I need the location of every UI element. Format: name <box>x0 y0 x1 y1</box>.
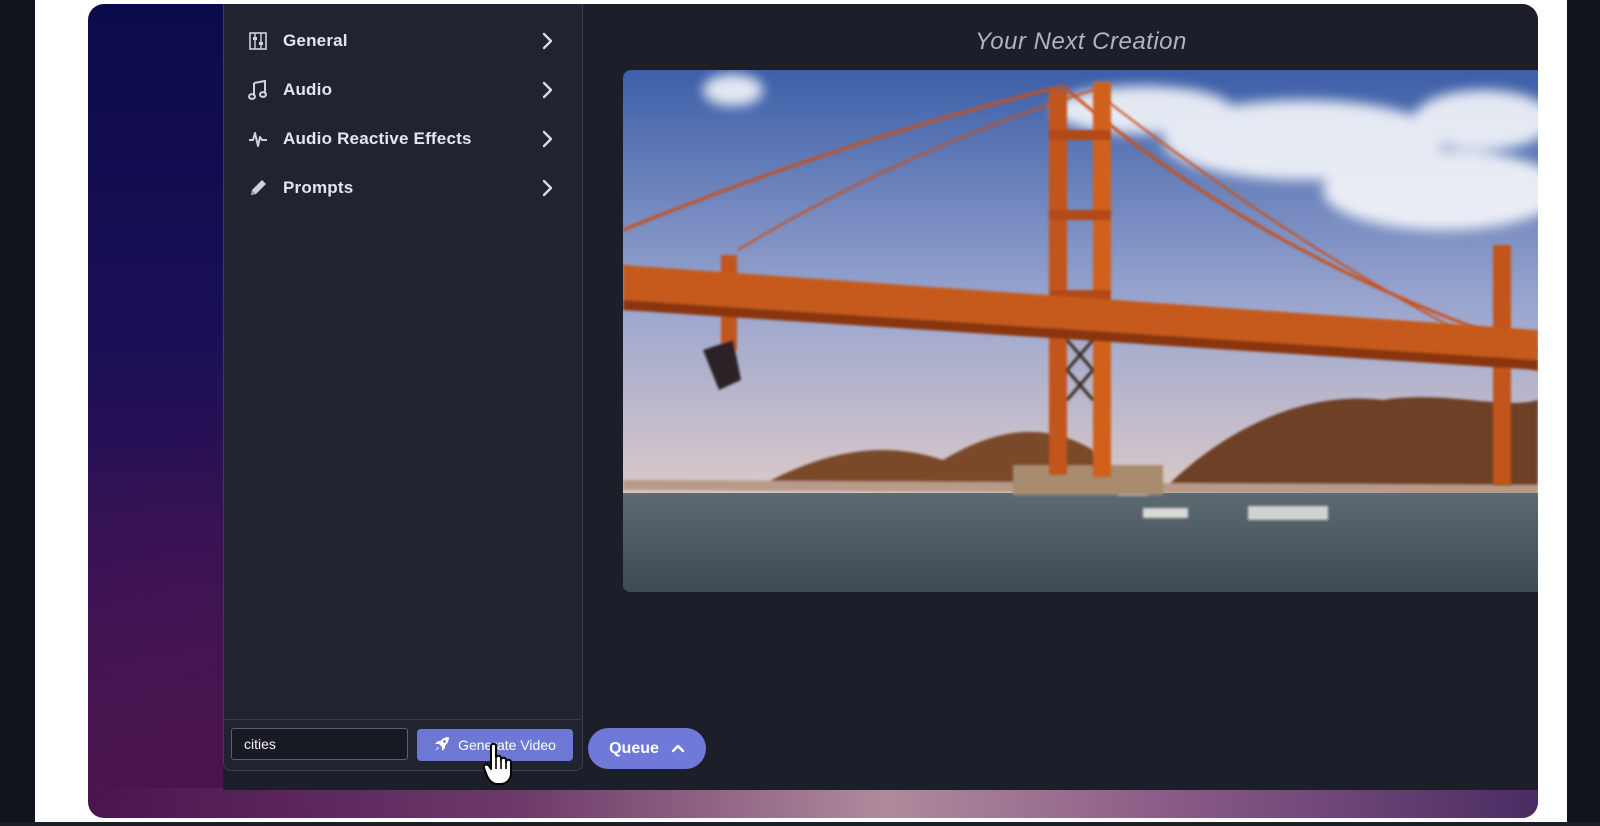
chevron-right-icon <box>536 127 558 151</box>
sidebar-item-general[interactable]: General <box>246 26 558 56</box>
chevron-right-icon <box>536 78 558 102</box>
sidebar-item-audio-reactive-effects[interactable]: Audio Reactive Effects <box>246 124 558 154</box>
rocket-icon <box>434 736 450 755</box>
bottom-border <box>0 822 1600 826</box>
preview-image <box>623 70 1538 592</box>
sidebar-item-prompts[interactable]: Prompts <box>246 173 558 203</box>
sidebar-item-label: General <box>283 31 348 50</box>
settings-sidebar: General Audio Audio Reactive Effects Pro… <box>223 4 583 771</box>
sliders-icon <box>246 29 270 53</box>
waveform-icon <box>246 127 270 151</box>
queue-label: Queue <box>609 739 659 757</box>
sidebar-item-audio[interactable]: Audio <box>246 75 558 105</box>
sidebar-divider <box>223 719 581 720</box>
prompt-input[interactable] <box>231 728 408 760</box>
outer-background-right <box>1567 0 1600 826</box>
pencil-icon <box>246 176 270 200</box>
sidebar-item-label: Audio <box>283 80 333 99</box>
preview-title: Your Next Creation <box>975 28 1187 55</box>
sidebar-item-label: Prompts <box>283 178 354 197</box>
chevron-right-icon <box>536 176 558 200</box>
queue-button[interactable]: Queue <box>588 728 706 769</box>
background-glow <box>88 788 1538 818</box>
chevron-up-icon <box>671 740 685 758</box>
sidebar-item-label: Audio Reactive Effects <box>283 129 472 148</box>
chevron-right-icon <box>536 29 558 53</box>
hand-pointer-cursor <box>482 742 516 786</box>
music-note-icon <box>246 78 270 102</box>
app-window: General Audio Audio Reactive Effects Pro… <box>88 4 1538 818</box>
outer-background-left <box>0 0 35 826</box>
